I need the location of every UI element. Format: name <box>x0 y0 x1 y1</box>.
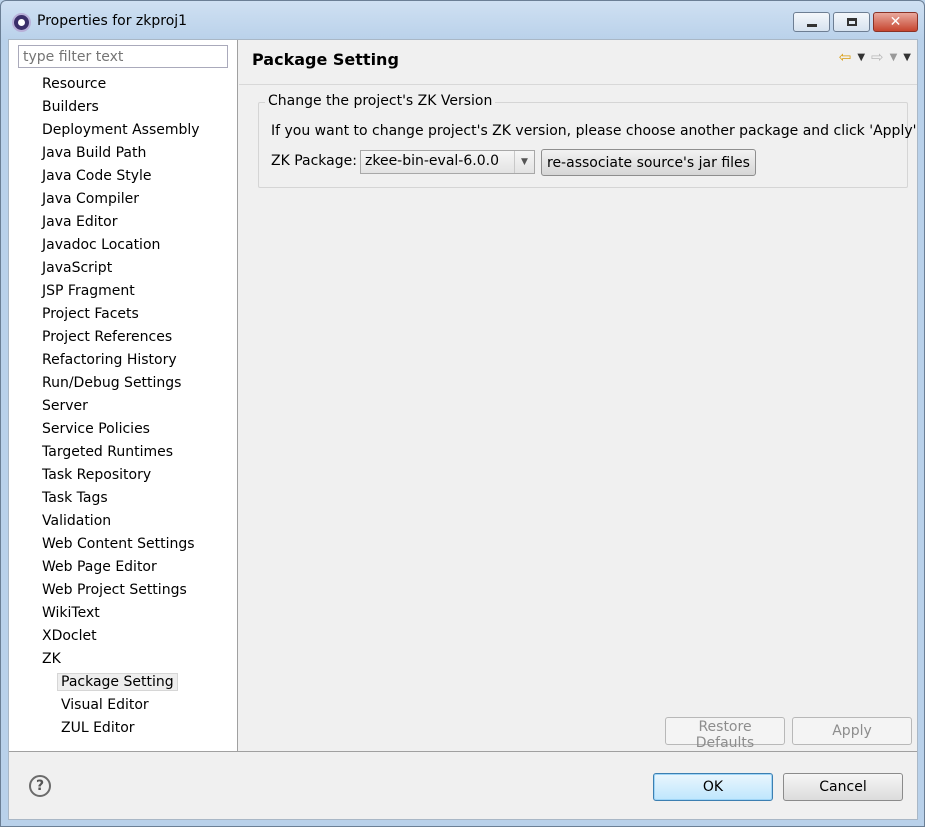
tree-item[interactable]: Builders <box>9 96 200 119</box>
page-nav-toolbar: ⇦ ▼ ⇨ ▼ ▼ <box>839 48 911 66</box>
tree-item-child[interactable]: ZUL Editor <box>9 717 200 740</box>
right-pane: Package Setting ⇦ ▼ ⇨ ▼ ▼ Change the pro… <box>239 40 917 751</box>
chevron-down-icon: ▼ <box>514 151 534 173</box>
close-icon: ✕ <box>889 14 902 30</box>
tree-item[interactable]: WikiText <box>9 602 200 625</box>
tree-item[interactable]: Service Policies <box>9 418 200 441</box>
tree-item[interactable]: Deployment Assembly <box>9 119 200 142</box>
zk-package-value: zkee-bin-eval-6.0.0 <box>365 153 499 169</box>
cancel-button[interactable]: Cancel <box>783 773 903 801</box>
tree-item[interactable]: Server <box>9 395 200 418</box>
tree-item[interactable]: Targeted Runtimes <box>9 441 200 464</box>
restore-defaults-button[interactable]: Restore Defaults <box>665 717 785 751</box>
back-history-dropdown-icon[interactable]: ▼ <box>857 52 865 63</box>
tree-item[interactable]: JavaScript <box>9 257 200 280</box>
close-button[interactable]: ✕ <box>873 12 918 32</box>
window-title: Properties for zkproj1 <box>37 13 188 29</box>
header-divider <box>239 84 917 85</box>
tree-item[interactable]: Javadoc Location <box>9 234 200 257</box>
ok-button[interactable]: OK <box>653 773 773 801</box>
tree-item-child[interactable]: Package Setting <box>9 671 200 694</box>
eclipse-app-icon <box>12 13 31 32</box>
tree-item[interactable]: Validation <box>9 510 200 533</box>
tree-item[interactable]: XDoclet <box>9 625 200 648</box>
tree-item[interactable]: JSP Fragment <box>9 280 200 303</box>
back-arrow-icon[interactable]: ⇦ <box>839 48 852 66</box>
reassociate-jar-button[interactable]: re-associate source's jar files <box>541 149 756 176</box>
apply-button[interactable]: Apply <box>792 717 912 745</box>
tree-item[interactable]: Resource <box>9 73 200 96</box>
dialog-client-area: ResourceBuildersDeployment AssemblyJava … <box>8 39 918 820</box>
tree-item[interactable]: Java Editor <box>9 211 200 234</box>
tree-item[interactable]: Web Content Settings <box>9 533 200 556</box>
selected-tree-item-label: Package Setting <box>57 673 178 691</box>
maximize-button[interactable] <box>833 12 870 32</box>
help-icon[interactable]: ? <box>29 775 51 797</box>
tree-item[interactable]: Web Project Settings <box>9 579 200 602</box>
forward-history-dropdown-icon[interactable]: ▼ <box>890 52 898 63</box>
page-title: Package Setting <box>252 50 399 69</box>
tree-item[interactable]: Web Page Editor <box>9 556 200 579</box>
tree-item[interactable]: Project Facets <box>9 303 200 326</box>
filter-input[interactable] <box>18 45 228 68</box>
title-bar[interactable]: Properties for zkproj1 ✕ <box>1 1 924 41</box>
minimize-button[interactable] <box>793 12 830 32</box>
maximize-icon <box>846 18 857 26</box>
tree-item[interactable]: Run/Debug Settings <box>9 372 200 395</box>
forward-arrow-icon[interactable]: ⇨ <box>871 48 884 66</box>
tree-item[interactable]: Java Build Path <box>9 142 200 165</box>
tree-item[interactable]: Task Repository <box>9 464 200 487</box>
group-title: Change the project's ZK Version <box>265 93 496 109</box>
properties-tree: Resource Builders Deployment Assembly Java … <box>9 73 200 740</box>
properties-window: Properties for zkproj1 ✕ ResourceBuilder… <box>0 0 925 827</box>
tree-item[interactable]: Java Compiler <box>9 188 200 211</box>
tree-item[interactable]: Task Tags <box>9 487 200 510</box>
zk-package-label: ZK Package: <box>271 153 357 169</box>
footer-divider <box>9 751 917 752</box>
zk-version-group: Change the project's ZK Version If you w… <box>258 93 916 188</box>
tree-item[interactable]: Project References <box>9 326 200 349</box>
view-menu-icon[interactable]: ▼ <box>903 52 911 63</box>
tree-item-child[interactable]: Visual Editor <box>9 694 200 717</box>
left-pane: ResourceBuildersDeployment AssemblyJava … <box>9 40 238 751</box>
tree-item[interactable]: Java Code Style <box>9 165 200 188</box>
minimize-icon <box>806 23 817 27</box>
group-description: If you want to change project's ZK versi… <box>271 123 917 139</box>
tree-item[interactable]: Refactoring History <box>9 349 200 372</box>
tree-item[interactable]: ZK <box>9 648 200 671</box>
zk-package-select[interactable]: zkee-bin-eval-6.0.0 ▼ <box>360 150 535 174</box>
